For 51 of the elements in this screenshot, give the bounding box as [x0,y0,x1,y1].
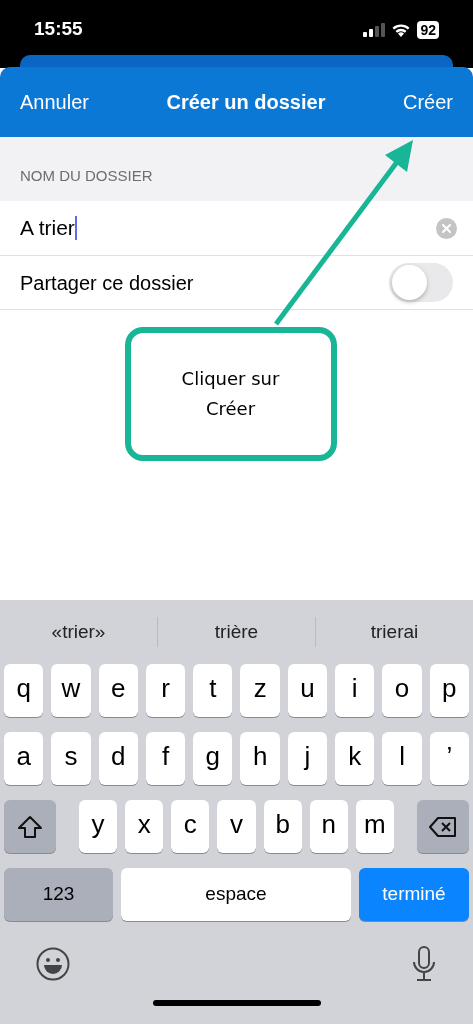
signal-icon [363,22,386,37]
keyboard-key[interactable]: i [335,664,375,717]
keyboard-key[interactable]: n [309,800,348,853]
suggestion[interactable]: trierai [316,617,473,647]
keyboard-key[interactable]: t [193,664,233,717]
keyboard-key[interactable]: b [263,800,302,853]
delete-key[interactable] [417,800,469,853]
keyboard-key[interactable]: o [382,664,422,717]
keyboard-key[interactable]: p [429,664,469,717]
shift-icon [17,814,43,839]
space-key[interactable]: espace [121,868,351,921]
share-label: Partager ce dossier [20,270,195,296]
numbers-key[interactable]: 123 [4,868,113,921]
keyboard-key[interactable]: f [145,732,186,785]
callout-text: Cliquer sur Créer [180,367,281,421]
keyboard-key[interactable]: z [240,664,280,717]
suggestion[interactable]: trière [158,617,315,647]
keyboard-key[interactable]: j [287,732,328,785]
keyboard-key[interactable]: c [171,800,210,853]
nav-title: Créer un dossier [166,90,326,115]
keyboard-key[interactable]: s [51,732,91,785]
keyboard-key[interactable]: u [287,664,328,717]
keyboard-key[interactable]: v [217,800,256,853]
status-time: 15:55 [34,17,83,42]
microphone-icon[interactable] [411,946,437,982]
wifi-icon [391,22,412,37]
create-button[interactable]: Créer [403,87,453,117]
keyboard-key[interactable]: h [240,732,280,785]
keyboard-key[interactable]: e [98,664,138,717]
cancel-button[interactable]: Annuler [20,87,89,117]
share-toggle[interactable] [389,263,453,302]
section-label: NOM DU DOSSIER [20,165,153,186]
folder-name-field[interactable]: A trier [20,212,436,244]
keyboard-key[interactable]: d [98,732,138,785]
keyboard-key[interactable]: a [4,732,44,785]
shift-key[interactable] [4,800,56,853]
keyboard-key[interactable]: m [355,800,394,853]
keyboard-key[interactable]: y [79,800,118,853]
keyboard-key[interactable]: w [51,664,91,717]
keyboard-key[interactable]: l [382,732,422,785]
suggestion[interactable]: «trier» [0,617,157,647]
keyboard-key[interactable]: r [145,664,186,717]
emoji-icon[interactable] [36,947,70,981]
backspace-icon [429,816,457,837]
battery-indicator: 92 [417,20,439,39]
keyboard-key[interactable]: x [125,800,164,853]
keyboard-key[interactable]: g [193,732,233,785]
keyboard-key[interactable]: k [335,732,375,785]
keyboard-key[interactable]: q [4,664,44,717]
done-key[interactable]: terminé [359,868,469,921]
keyboard-key[interactable]: ’ [429,732,469,785]
